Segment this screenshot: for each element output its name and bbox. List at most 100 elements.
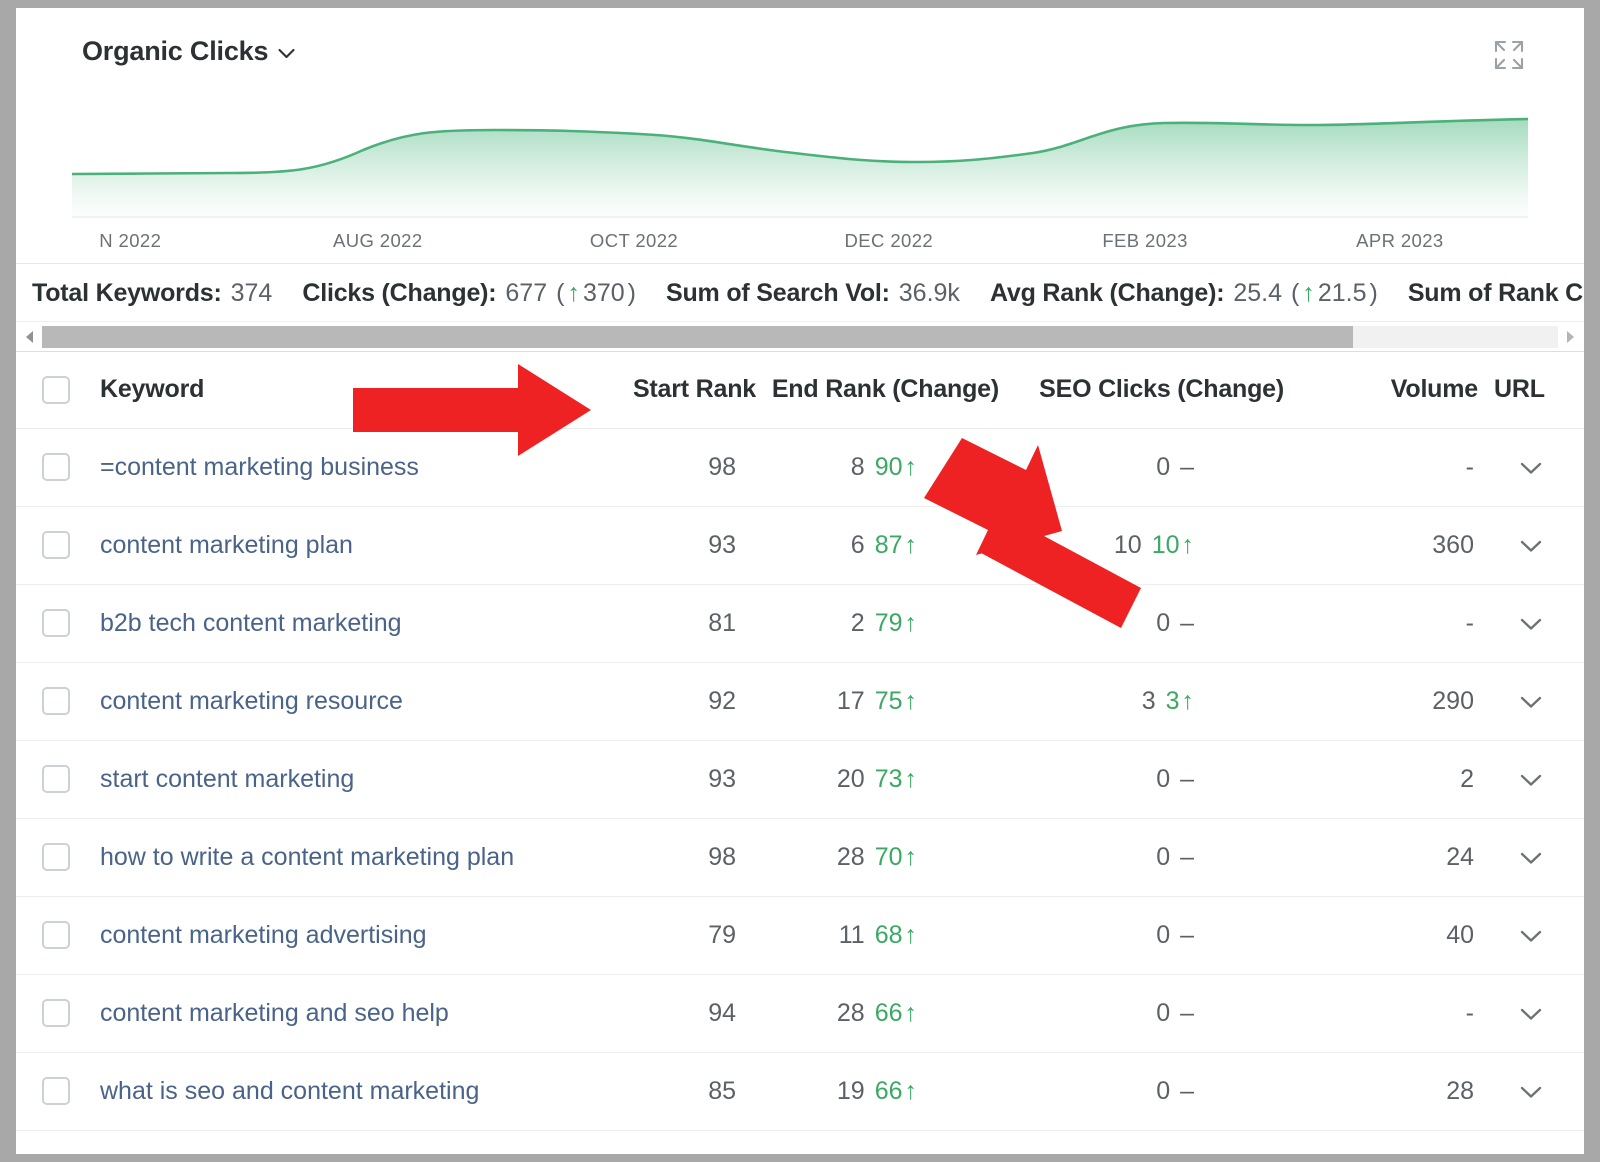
column-header-end-rank[interactable]: End Rank (Change): [756, 352, 1021, 428]
axis-tick-label: N 2022: [99, 230, 161, 252]
horizontal-scrollbar[interactable]: [16, 322, 1584, 352]
keyword-link[interactable]: content marketing plan: [96, 506, 566, 584]
table-row[interactable]: content marketing advertising791168↑0–40: [16, 896, 1584, 974]
chevron-down-icon[interactable]: [1520, 695, 1542, 709]
row-checkbox[interactable]: [42, 609, 70, 637]
stat-label: Total Keywords:: [32, 279, 222, 308]
seo-clicks-change: –: [1180, 1077, 1194, 1106]
chevron-down-icon[interactable]: [1520, 461, 1542, 475]
end-rank-change: 75↑: [875, 687, 917, 716]
end-rank-value: 17: [837, 687, 865, 716]
url-expand-cell[interactable]: [1486, 740, 1584, 818]
table-row[interactable]: content marketing resource921775↑33↑290: [16, 662, 1584, 740]
column-header-keyword[interactable]: Keyword: [96, 352, 566, 428]
triangle-left-icon[interactable]: [21, 328, 39, 346]
row-checkbox[interactable]: [42, 765, 70, 793]
end-rank-value: 28: [837, 843, 865, 872]
seo-clicks-change: –: [1180, 765, 1194, 794]
seo-clicks-value: 3: [1142, 687, 1156, 716]
row-select-cell: [16, 974, 96, 1052]
chevron-down-icon[interactable]: [1520, 929, 1542, 943]
select-all-checkbox[interactable]: [42, 376, 70, 404]
row-checkbox[interactable]: [42, 999, 70, 1027]
url-expand-cell[interactable]: [1486, 662, 1584, 740]
keyword-link[interactable]: b2b tech content marketing: [96, 584, 566, 662]
keyword-link[interactable]: content marketing resource: [96, 662, 566, 740]
chevron-down-icon[interactable]: [1520, 1085, 1542, 1099]
stat-value: 677: [505, 279, 547, 308]
keyword-link[interactable]: what is seo and content marketing: [96, 1052, 566, 1130]
row-checkbox[interactable]: [42, 687, 70, 715]
column-header-seo-clicks[interactable]: SEO Clicks (Change): [1021, 352, 1306, 428]
chevron-down-icon[interactable]: [1520, 773, 1542, 787]
url-expand-cell[interactable]: [1486, 1052, 1584, 1130]
chevron-down-icon[interactable]: [1520, 1007, 1542, 1021]
expand-fullscreen-icon[interactable]: [1492, 38, 1526, 72]
end-rank-value: 20: [837, 765, 865, 794]
start-rank-value: 98: [566, 428, 756, 506]
table-row[interactable]: content marketing plan93687↑1010↑360: [16, 506, 1584, 584]
chart-title-dropdown[interactable]: Organic Clicks: [82, 36, 295, 67]
keyword-link[interactable]: =content marketing business: [96, 428, 566, 506]
seo-clicks-cell: 0–: [1021, 1052, 1306, 1130]
row-checkbox[interactable]: [42, 453, 70, 481]
stat-change: ( ↑ 21.5 ): [1291, 279, 1378, 308]
end-rank-cell: 1966↑: [756, 1052, 1021, 1130]
url-expand-cell[interactable]: [1486, 428, 1584, 506]
url-expand-cell[interactable]: [1486, 896, 1584, 974]
up-arrow-icon: ↑: [905, 609, 918, 638]
url-expand-cell[interactable]: [1486, 818, 1584, 896]
row-checkbox[interactable]: [42, 921, 70, 949]
end-rank-change: 87↑: [875, 531, 917, 560]
end-rank-cell: 2073↑: [756, 740, 1021, 818]
end-rank-value: 8: [851, 453, 865, 482]
chevron-down-icon[interactable]: [278, 48, 295, 59]
url-expand-cell[interactable]: [1486, 506, 1584, 584]
keyword-link[interactable]: content marketing advertising: [96, 896, 566, 974]
chevron-down-icon[interactable]: [1520, 851, 1542, 865]
column-header-url[interactable]: URL: [1486, 352, 1584, 428]
table-row[interactable]: how to write a content marketing plan98 2…: [16, 818, 1584, 896]
organic-clicks-area-chart: [72, 112, 1528, 224]
url-expand-cell[interactable]: [1486, 974, 1584, 1052]
stat-change-value: 370: [583, 279, 625, 308]
keyword-link[interactable]: start content marketing: [96, 740, 566, 818]
row-select-cell: [16, 896, 96, 974]
seo-clicks-cell: 0–: [1021, 974, 1306, 1052]
stat-label: Sum of Rank Ch: [1408, 279, 1584, 308]
column-header-start-rank[interactable]: Start Rank: [566, 352, 756, 428]
chevron-down-icon[interactable]: [1520, 539, 1542, 553]
up-arrow-icon: ↑: [905, 687, 918, 716]
stat-change-value: 21.5: [1318, 279, 1367, 308]
row-select-cell: [16, 584, 96, 662]
seo-clicks-change: –: [1180, 453, 1194, 482]
triangle-right-icon[interactable]: [1561, 328, 1579, 346]
table-row[interactable]: =content marketing business98890↑0–-: [16, 428, 1584, 506]
end-rank-change: 90↑: [875, 453, 917, 482]
scrollbar-track[interactable]: [42, 326, 1558, 348]
start-rank-value: 98: [566, 818, 756, 896]
chevron-down-icon[interactable]: [1520, 617, 1542, 631]
row-checkbox[interactable]: [42, 531, 70, 559]
table-row[interactable]: content marketing and seo help942866↑0–-: [16, 974, 1584, 1052]
end-rank-cell: 17 75↑: [756, 662, 1021, 740]
keyword-link[interactable]: content marketing and seo help: [96, 974, 566, 1052]
stat-sum-search-vol: Sum of Search Vol: 36.9k: [666, 279, 960, 308]
seo-clicks-change: –: [1180, 921, 1194, 950]
volume-value: -: [1306, 584, 1486, 662]
end-rank-change: 70↑: [875, 843, 917, 872]
column-header-volume[interactable]: Volume: [1306, 352, 1486, 428]
seo-clicks-change: –: [1180, 999, 1194, 1028]
table-row[interactable]: b2b tech content marketing81279↑0–-: [16, 584, 1584, 662]
url-expand-cell[interactable]: [1486, 584, 1584, 662]
row-select-cell: [16, 428, 96, 506]
scrollbar-thumb[interactable]: [42, 326, 1353, 348]
table-row[interactable]: what is seo and content marketing851966↑…: [16, 1052, 1584, 1130]
stat-clicks-change: Clicks (Change): 677 ( ↑ 370 ): [302, 279, 636, 308]
up-arrow-icon: ↑: [1182, 531, 1195, 560]
table-row[interactable]: start content marketing932073↑0–2: [16, 740, 1584, 818]
keyword-link[interactable]: how to write a content marketing plan: [96, 818, 566, 896]
row-select-cell: [16, 740, 96, 818]
row-checkbox[interactable]: [42, 843, 70, 871]
row-checkbox[interactable]: [42, 1077, 70, 1105]
